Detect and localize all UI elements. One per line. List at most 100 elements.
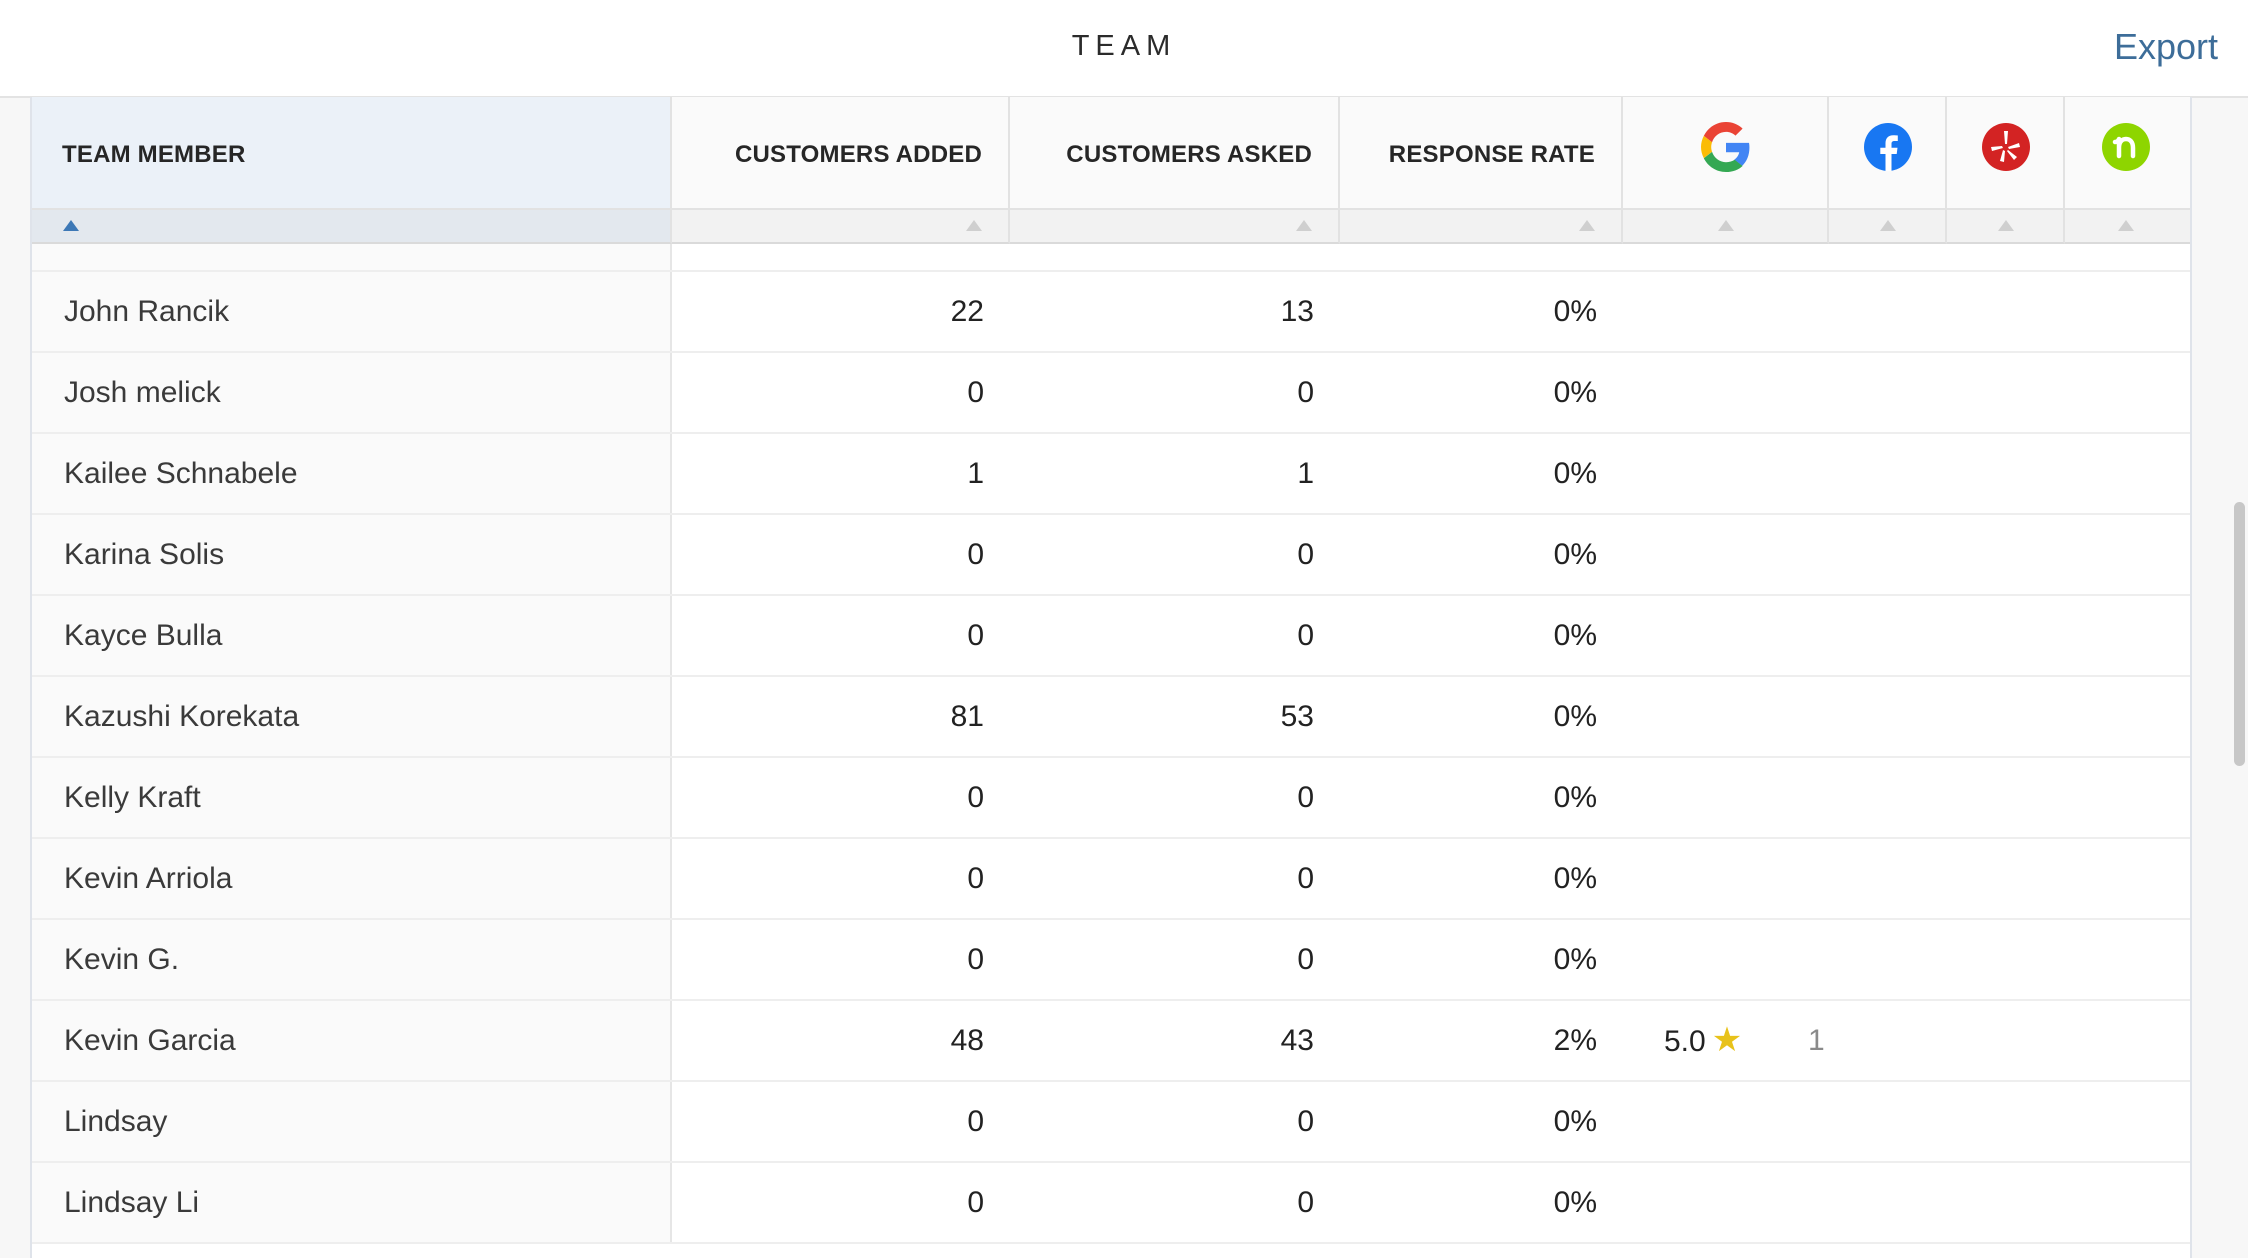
response-rate-value: 0% bbox=[1553, 1186, 1597, 1219]
column-header-yelp[interactable] bbox=[1947, 97, 2065, 210]
sort-cell-nextdoor[interactable] bbox=[2065, 210, 2190, 244]
response-rate-value: 0% bbox=[1553, 376, 1597, 409]
table-row[interactable]: Lindsay Li 0 0 0% bbox=[32, 1163, 2190, 1244]
team-member-name: Kazushi Korekata bbox=[32, 677, 672, 756]
sort-cell-customers-added[interactable] bbox=[672, 210, 1010, 244]
customers-asked-value: 53 bbox=[1280, 700, 1314, 733]
customers-asked-value: 0 bbox=[1297, 619, 1314, 652]
response-rate-value: 0% bbox=[1553, 538, 1597, 571]
response-rate-value: 2% bbox=[1553, 1024, 1597, 1057]
customers-added-value: 22 bbox=[950, 295, 984, 328]
sort-icon bbox=[1880, 220, 1896, 231]
sort-cell-facebook[interactable] bbox=[1829, 210, 1947, 244]
team-member-name: Kevin Garcia bbox=[32, 1001, 672, 1080]
google-rating-value: 5.0 bbox=[1664, 1025, 1706, 1058]
team-member-name: Kevin Arriola bbox=[32, 839, 672, 918]
column-header-customers-added[interactable]: CUSTOMERS ADDED bbox=[672, 97, 1010, 210]
name-cell bbox=[32, 244, 672, 270]
vertical-scrollbar[interactable] bbox=[2234, 502, 2245, 766]
top-bar: TEAM Export bbox=[0, 0, 2248, 98]
team-member-name: Karina Solis bbox=[32, 515, 672, 594]
customers-asked-value: 0 bbox=[1297, 376, 1314, 409]
sort-cell-response-rate[interactable] bbox=[1340, 210, 1623, 244]
column-label: RESPONSE RATE bbox=[1388, 141, 1595, 168]
column-label: CUSTOMERS ASKED bbox=[1066, 141, 1312, 168]
sort-cell-google[interactable] bbox=[1623, 210, 1829, 244]
customers-added-value: 0 bbox=[967, 862, 984, 895]
export-button[interactable]: Export bbox=[2114, 26, 2218, 68]
table-row[interactable]: Lindsay 0 0 0% bbox=[32, 1082, 2190, 1163]
customers-added-value: 0 bbox=[967, 538, 984, 571]
customers-added-value: 0 bbox=[967, 376, 984, 409]
table-row[interactable]: Karina Solis 0 0 0% bbox=[32, 515, 2190, 596]
response-rate-value: 0% bbox=[1553, 700, 1597, 733]
team-member-name: Josh melick bbox=[32, 353, 672, 432]
customers-asked-value: 0 bbox=[1297, 781, 1314, 814]
customers-added-value: 0 bbox=[967, 781, 984, 814]
sort-icon bbox=[966, 220, 982, 231]
table-row[interactable]: John Rancik 22 13 0% bbox=[32, 272, 2190, 353]
facebook-icon bbox=[1864, 123, 1912, 171]
response-rate-value: 0% bbox=[1553, 457, 1597, 490]
table-row[interactable]: Kailee Schnabele 1 1 0% bbox=[32, 434, 2190, 515]
table-row[interactable]: Kevin G. 0 0 0% bbox=[32, 920, 2190, 1001]
customers-added-value: 1 bbox=[967, 457, 984, 490]
customers-asked-value: 0 bbox=[1297, 1186, 1314, 1219]
team-member-name: Kelly Kraft bbox=[32, 758, 672, 837]
table-row[interactable]: Kazushi Korekata 81 53 0% bbox=[32, 677, 2190, 758]
customers-added-value: 0 bbox=[967, 943, 984, 976]
google-rating: 5.0 ★ bbox=[1664, 1001, 1742, 1080]
column-header-response-rate[interactable]: RESPONSE RATE bbox=[1340, 97, 1623, 210]
customers-asked-value: 0 bbox=[1297, 862, 1314, 895]
response-rate-value: 0% bbox=[1553, 1105, 1597, 1138]
sort-icon bbox=[1998, 220, 2014, 231]
google-icon bbox=[1701, 122, 1750, 172]
table-row[interactable]: Kevin Arriola 0 0 0% bbox=[32, 839, 2190, 920]
sort-cell-team-member[interactable] bbox=[32, 210, 672, 244]
team-member-name: John Rancik bbox=[32, 272, 672, 351]
table-row-partial bbox=[32, 244, 2190, 272]
customers-added-value: 0 bbox=[967, 619, 984, 652]
table-row[interactable]: Kelly Kraft 0 0 0% bbox=[32, 758, 2190, 839]
column-label: CUSTOMERS ADDED bbox=[734, 141, 982, 168]
response-rate-value: 0% bbox=[1553, 781, 1597, 814]
customers-added-value: 48 bbox=[950, 1024, 984, 1057]
team-table: TEAM MEMBER CUSTOMERS ADDED CUSTOMERS AS… bbox=[30, 97, 2192, 1258]
customers-asked-value: 0 bbox=[1297, 1105, 1314, 1138]
customers-asked-value: 13 bbox=[1280, 295, 1314, 328]
response-rate-value: 0% bbox=[1553, 295, 1597, 328]
column-header-google[interactable] bbox=[1623, 97, 1829, 210]
sort-icon bbox=[1718, 220, 1734, 231]
table-row[interactable]: Kevin Garcia 48 43 2% 5.0 ★ 1 bbox=[32, 1001, 2190, 1082]
table-row[interactable]: Josh melick 0 0 0% bbox=[32, 353, 2190, 434]
page-title: TEAM bbox=[1071, 30, 1177, 62]
team-member-name: Kevin G. bbox=[32, 920, 672, 999]
customers-added-value: 0 bbox=[967, 1186, 984, 1219]
sort-icon bbox=[1579, 220, 1595, 231]
sort-cell-yelp[interactable] bbox=[1947, 210, 2065, 244]
yelp-icon bbox=[1982, 123, 2030, 171]
customers-asked-value: 43 bbox=[1280, 1024, 1314, 1057]
star-icon: ★ bbox=[1711, 1021, 1743, 1059]
team-member-name: Lindsay Li bbox=[32, 1163, 672, 1242]
column-header-team-member[interactable]: TEAM MEMBER bbox=[32, 97, 672, 210]
column-label: TEAM MEMBER bbox=[62, 141, 246, 168]
column-header-customers-asked[interactable]: CUSTOMERS ASKED bbox=[1010, 97, 1340, 210]
column-header-nextdoor[interactable] bbox=[2065, 97, 2190, 210]
customers-asked-value: 0 bbox=[1297, 538, 1314, 571]
response-rate-value: 0% bbox=[1553, 619, 1597, 652]
customers-added-value: 81 bbox=[950, 700, 984, 733]
table-row[interactable]: Kayce Bulla 0 0 0% bbox=[32, 596, 2190, 677]
customers-asked-value: 0 bbox=[1297, 943, 1314, 976]
customers-asked-value: 1 bbox=[1297, 457, 1314, 490]
nextdoor-icon bbox=[2102, 123, 2150, 171]
response-rate-value: 0% bbox=[1553, 943, 1597, 976]
sort-icon bbox=[2118, 220, 2134, 231]
customers-added-value: 0 bbox=[967, 1105, 984, 1138]
sort-icon bbox=[1296, 220, 1312, 231]
sort-cell-customers-asked[interactable] bbox=[1010, 210, 1340, 244]
column-header-facebook[interactable] bbox=[1829, 97, 1947, 210]
team-member-name: Kayce Bulla bbox=[32, 596, 672, 675]
google-review-count: 1 bbox=[1808, 1024, 1825, 1057]
team-member-name: Kailee Schnabele bbox=[32, 434, 672, 513]
